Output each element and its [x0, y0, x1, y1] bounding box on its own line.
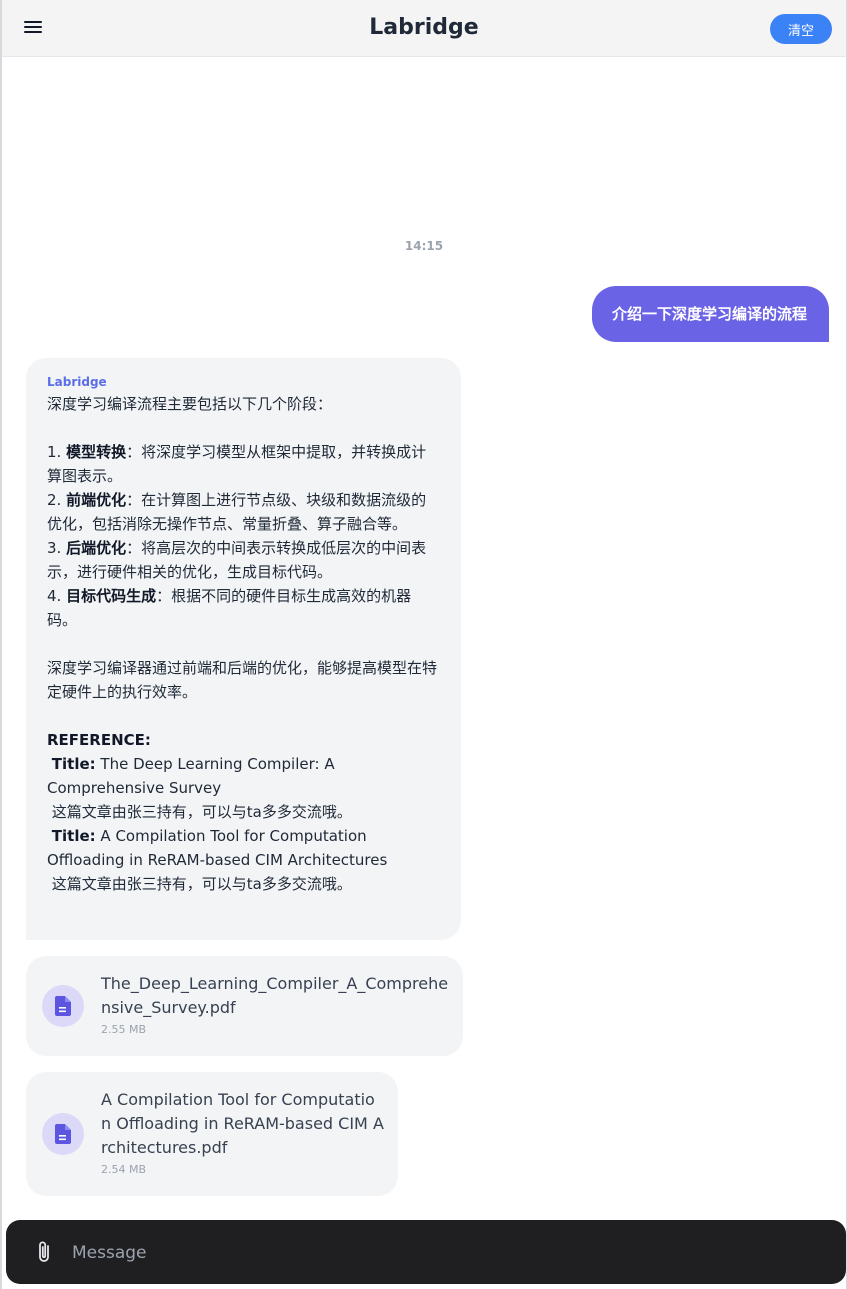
bot-intro: 深度学习编译流程主要包括以下几个阶段： [47, 395, 333, 413]
reference-owner: 这篇文章由张三持有，可以与ta多多交流哦。 [51, 875, 352, 893]
message-composer [6, 1220, 846, 1284]
bot-step: 2. 前端优化：在计算图上进行节点级、块级和数据流级的优化，包括消除无操作节点、… [47, 491, 427, 533]
reference-title: Title: The Deep Learning Compiler: A Com… [47, 755, 335, 797]
file-size: 2.55 MB [101, 1023, 147, 1036]
bot-summary: 深度学习编译器通过前端和后端的优化，能够提高模型在特定硬件上的执行效率。 [47, 659, 438, 701]
reference-owner: 这篇文章由张三持有，可以与ta多多交流哦。 [51, 803, 352, 821]
bot-step: 1. 模型转换：将深度学习模型从框架中提取，并转换成计算图表示。 [47, 443, 427, 485]
file-size: 2.54 MB [101, 1163, 147, 1176]
reference-title: Title: A Compilation Tool for Computatio… [47, 827, 388, 869]
paperclip-icon[interactable] [34, 1240, 54, 1264]
file-info: The_Deep_Learning_Compiler_A_Comprehensi… [101, 972, 449, 1038]
document-icon [42, 1113, 84, 1155]
file-name: The_Deep_Learning_Compiler_A_Comprehensi… [101, 974, 449, 1017]
file-info: A Compilation Tool for Computation Offlo… [101, 1088, 384, 1178]
file-name: A Compilation Tool for Computation Offlo… [101, 1090, 384, 1157]
document-icon [42, 985, 84, 1027]
bot-step: 3. 后端优化：将高层次的中间表示转换成低层次的中间表示，进行硬件相关的优化，生… [47, 539, 427, 581]
file-attachment[interactable]: The_Deep_Learning_Compiler_A_Comprehensi… [26, 956, 463, 1056]
bot-name: Labridge [47, 375, 107, 389]
clear-button[interactable]: 清空 [770, 14, 832, 44]
reference-label: REFERENCE: [47, 731, 151, 749]
bot-message-bubble: Labridge 深度学习编译流程主要包括以下几个阶段： 1. 模型转换：将深度… [26, 358, 461, 940]
message-input[interactable] [70, 1236, 774, 1270]
user-message-bubble: 介绍一下深度学习编译的流程 [591, 286, 829, 342]
page-title: Labridge [369, 15, 479, 40]
chat-app: Labridge 清空 14:15 介绍一下深度学习编译的流程 Labridge… [0, 0, 847, 1289]
message-timestamp: 14:15 [404, 239, 444, 253]
bot-step: 4. 目标代码生成：根据不同的硬件目标生成高效的机器码。 [47, 587, 412, 629]
bot-message-text: 深度学习编译流程主要包括以下几个阶段： 1. 模型转换：将深度学习模型从框架中提… [47, 392, 441, 896]
file-attachment[interactable]: A Compilation Tool for Computation Offlo… [26, 1072, 398, 1196]
app-header: Labridge 清空 [2, 0, 846, 57]
